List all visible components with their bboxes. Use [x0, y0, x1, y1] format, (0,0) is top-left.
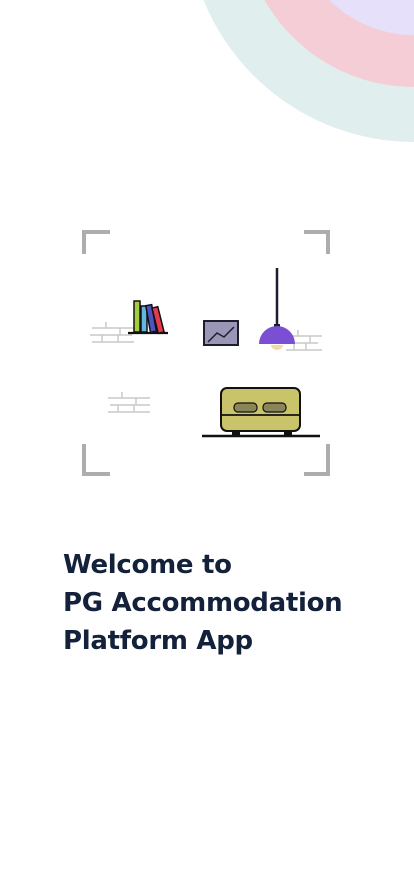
bookshelf-icon — [128, 300, 168, 335]
scan-frame-corners — [82, 230, 330, 476]
welcome-line-2: PG Accommodation — [63, 588, 343, 618]
decorative-circles — [203, 0, 414, 142]
picture-frame-icon — [203, 320, 239, 346]
welcome-line-1: Welcome to — [63, 550, 232, 580]
bed-icon — [202, 387, 320, 438]
hanging-lamp-icon — [259, 268, 295, 350]
welcome-title: Welcome to PG Accommodation Platform App — [63, 546, 393, 660]
room-illustration — [82, 230, 330, 476]
welcome-line-3: Platform App — [63, 626, 253, 656]
